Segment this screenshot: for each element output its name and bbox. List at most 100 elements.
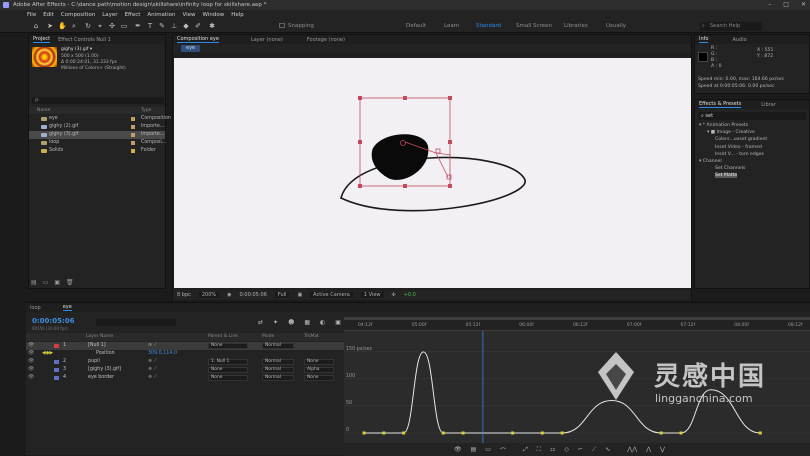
label-color-swatch[interactable] [131,125,135,129]
column-mode[interactable]: Mode [262,333,274,341]
column-parent[interactable]: Parent & Link [208,333,238,341]
camera-tool-icon[interactable]: ⌖ [96,22,104,30]
layer-label-color[interactable] [54,360,59,364]
selected-item-name[interactable]: gighy (3).gif ▾ [61,47,92,52]
keyframe-point[interactable] [679,431,683,435]
mode-dropdown[interactable]: Normal [262,343,294,349]
linear-keyframe-icon[interactable]: ⟋ [592,446,596,455]
project-item[interactable]: gighy (2).gif Importe... [29,123,165,131]
visibility-eye-icon[interactable]: 👁 [28,374,34,382]
speed-curve[interactable] [364,351,761,434]
parent-dropdown[interactable]: None [208,343,248,349]
speed-graph[interactable]: 150 px/sec 100 50 0 [344,331,810,443]
fit-all-icon[interactable]: ⛶ [537,446,541,455]
effects-tree-item[interactable]: Inset Video - framed [715,145,762,150]
effects-tree-item[interactable]: ▾ ■ Image - Creative [707,130,755,135]
selection-tool-icon[interactable]: ➤ [46,22,54,30]
zoom-tool-icon[interactable]: ⌕ [70,22,78,30]
keyframe-point[interactable] [511,431,515,435]
easy-ease-out-icon[interactable]: ⋁ [660,446,665,455]
effects-tree-item[interactable]: Inset V... - torn edges [715,152,764,157]
separate-dimensions-icon[interactable]: ⚏ [550,446,555,455]
fit-selection-icon[interactable]: ⤢ [523,446,528,455]
mode-dropdown[interactable]: Normal [262,359,294,365]
eraser-tool-icon[interactable]: ◆ [182,22,190,30]
clone-tool-icon[interactable]: ⊥ [170,22,178,30]
tab-layer[interactable]: Layer (none) [251,37,283,43]
timeline-timecode[interactable]: 0:00:05:06 [32,317,75,325]
menu-file[interactable]: File [27,12,36,18]
visibility-eye-icon[interactable]: 👁 [28,366,34,374]
pan-behind-tool-icon[interactable]: ✣ [108,22,116,30]
workspace-usually[interactable]: Usually [606,23,626,29]
tab-project[interactable]: Project [33,36,51,43]
parent-dropdown[interactable]: None [208,367,248,373]
home-icon[interactable]: ⌂ [32,22,40,30]
property-row[interactable]: 👁 ◀◆▶ Position 309.0,114.0 [26,350,344,358]
column-type[interactable]: Type [141,107,151,114]
project-search-input[interactable]: ρ· [32,97,164,104]
maximize-button[interactable]: □ [783,1,789,8]
effects-tree-item[interactable]: Set Channels [715,166,745,171]
menu-window[interactable]: Window [203,12,225,18]
tab-timeline-eye[interactable]: eye [62,304,72,311]
layer-row[interactable]: 👁 3 [gighy (3).gif] ⊕ ⟋ None Normal Alpha [26,366,344,374]
layer-name[interactable]: eye border [88,374,114,382]
effects-tree-item[interactable]: ▾ * Animation Presets [699,123,748,128]
column-layer-name[interactable]: Layer Name [86,333,113,341]
effects-tree-item[interactable]: Colors...uxset gradient [715,137,767,142]
bit-depth[interactable]: 8 bpc [177,292,191,298]
show-transform-box-icon[interactable]: ▭ [485,446,491,455]
keyframe-point[interactable] [560,431,564,435]
camera-snapshot-icon[interactable]: ◉ [227,292,231,298]
current-time-field[interactable]: 0:00:05:06 [240,292,267,298]
layer-row[interactable]: 👁 1 [Null 1] ⊕ ⟋ None Normal [26,342,344,350]
tab-timeline-loop[interactable]: loop [30,305,41,311]
minimize-button[interactable]: – [768,1,771,8]
new-folder-icon[interactable]: ▭ [43,279,49,286]
layer-name[interactable]: pupil [88,358,100,366]
views-dropdown[interactable]: 1 View [360,292,384,298]
tab-footage[interactable]: Footage (none) [307,37,345,43]
reset-exposure-icon[interactable]: ✣ [392,292,396,298]
comp-canvas[interactable] [174,58,691,288]
menu-edit[interactable]: Edit [43,12,54,18]
keyframe-navigator-icon[interactable]: ◀◆▶ [42,350,53,358]
workspace-default[interactable]: Default [406,23,426,29]
workspace-learn[interactable]: Learn [444,23,459,29]
tab-info[interactable]: Info [699,36,709,43]
layer-switches-icon[interactable]: ⊕ ⟋ [148,342,157,350]
new-composition-icon[interactable]: ▣ [54,279,60,286]
comp-mini-flowchart-icon[interactable]: ⇄ [258,319,263,326]
comp-breadcrumb-eye[interactable]: eye [181,45,201,52]
keyframe-point[interactable] [382,431,386,435]
workspace-standard[interactable]: Standard [476,23,501,29]
layer-row[interactable]: 👁 2 pupil ⊕ ⟋ 1. Null 1 Normal None [26,358,344,366]
hold-keyframe-icon[interactable]: ⌐ [578,446,583,455]
menu-effect[interactable]: Effect [125,12,141,18]
label-color-swatch[interactable] [131,141,135,145]
easy-ease-icon[interactable]: ⋀⋀ [627,446,637,455]
tab-effect-controls[interactable]: Effect Controls Null 1 [58,37,111,43]
trkmat-dropdown[interactable]: None [304,359,334,365]
keyframe-point[interactable] [441,431,445,435]
visibility-eye-icon[interactable]: 👁 [28,342,34,350]
tab-composition-eye[interactable]: Composition eye [177,36,219,43]
menu-animation[interactable]: Animation [147,12,175,18]
shy-layers-icon[interactable]: ☻ [288,319,294,326]
time-ruler[interactable]: 04:12f 05:00f 05:12f 06:00f 06:12f 07:00f 07:1… [344,317,810,331]
workspace-libraries[interactable]: Libraries [564,23,588,29]
keyframe-point[interactable] [362,431,366,435]
show-graph-type-icon[interactable]: ▤ [471,446,477,455]
puppet-tool-icon[interactable]: ✱ [208,22,216,30]
pupil-shape[interactable] [371,134,429,180]
tab-audio[interactable]: Audio [732,37,746,43]
graph-editor[interactable]: 04:12f 05:00f 05:12f 06:00f 06:12f 07:00f 07:1… [344,317,810,443]
choose-property-icon[interactable]: 👁 [454,446,462,455]
menu-layer[interactable]: Layer [102,12,117,18]
visibility-eye-icon[interactable]: 👁 [28,358,34,366]
auto-bezier-icon[interactable]: ∿ [605,446,610,455]
column-trkmat[interactable]: TrkMat [304,333,319,341]
keyframe-point[interactable] [540,431,544,435]
project-item[interactable]: Solids Folder [29,147,165,155]
